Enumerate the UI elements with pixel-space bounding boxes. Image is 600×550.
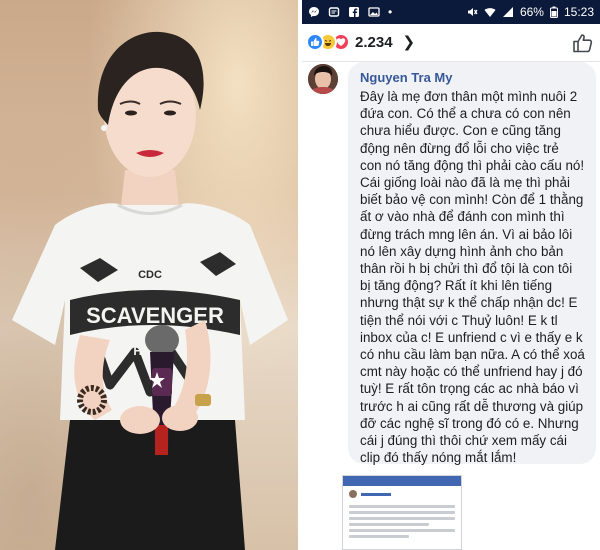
attachment-text-line (349, 517, 455, 520)
like-icon (306, 33, 324, 51)
battery-percent: 66% (519, 5, 544, 19)
comment-text: Đây là mẹ đơn thân một mình nuôi 2 đứa c… (360, 89, 585, 466)
clock: 15:23 (563, 5, 594, 19)
status-system: 66% 15:23 (466, 4, 594, 20)
status-bar: • 66% 15:23 (302, 0, 600, 24)
reactions-summary[interactable]: 2.234 ❯ (306, 33, 415, 51)
commenter-avatar[interactable] (308, 64, 338, 94)
more-dots: • (388, 5, 393, 19)
facebook-comment-screenshot: • 66% 15:23 2.234 ❯ Nguyen Tra My Đây là… (302, 0, 600, 550)
shirt-text-top: CDC (138, 269, 162, 281)
messenger-icon (309, 7, 319, 17)
chevron-right-icon[interactable]: ❯ (403, 33, 416, 51)
attachment-text-line (349, 523, 429, 526)
battery-icon (549, 6, 558, 18)
comment-bubble: Nguyen Tra My Đây là mẹ đơn thân một mìn… (348, 62, 596, 466)
image-icon (368, 7, 380, 17)
attachment-header (343, 476, 461, 486)
like-button-icon[interactable] (572, 32, 594, 54)
mute-icon (467, 8, 478, 16)
attachment-text-line (349, 505, 455, 508)
signal-icon (502, 7, 513, 17)
woman-photo: CDC SCAVENGER HUNT (12, 31, 288, 550)
attachment-author-line (361, 492, 391, 496)
attachment-text-line (349, 511, 455, 514)
attachment-avatar (349, 490, 357, 498)
facebook-icon (349, 7, 359, 17)
comment-author[interactable]: Nguyen Tra My (360, 69, 586, 86)
attachment-text-line (349, 535, 409, 538)
attachment-text-line (349, 529, 455, 532)
attachment-author-row (343, 486, 461, 502)
comment-attachment-image[interactable] (342, 475, 462, 550)
photo-panel: CDC SCAVENGER HUNT (0, 0, 298, 550)
status-notifications: • (308, 4, 392, 20)
reaction-count: 2.234 (355, 33, 393, 51)
notification-icon (328, 7, 340, 17)
wifi-icon (484, 8, 496, 17)
reactions-bar: 2.234 ❯ (302, 24, 600, 62)
